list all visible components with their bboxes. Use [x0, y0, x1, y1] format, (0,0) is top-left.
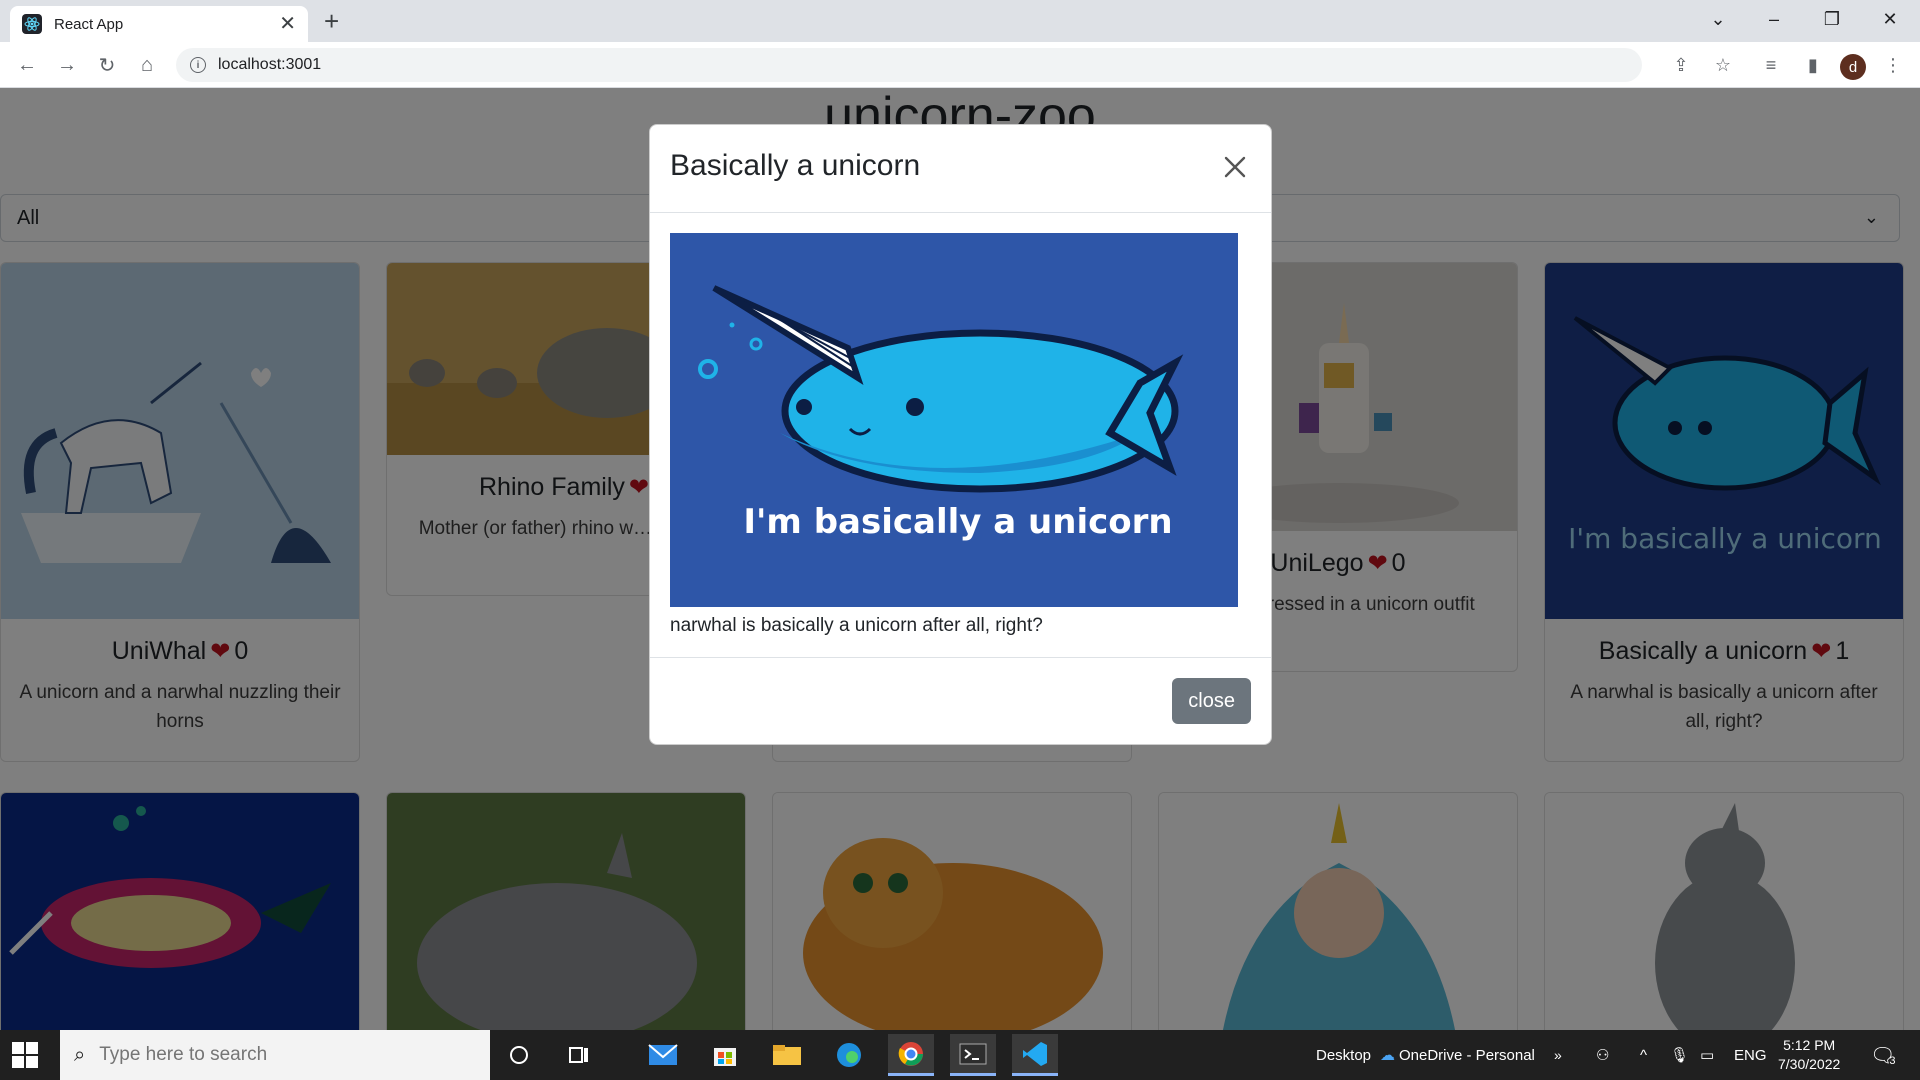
profile-avatar[interactable]: d [1840, 54, 1866, 80]
minimize-button[interactable]: – [1748, 0, 1800, 38]
onedrive-label: OneDrive - Personal [1399, 1046, 1535, 1064]
site-info-icon[interactable]: i [190, 57, 206, 73]
animal-detail-modal: Basically a unicorn I'm basically a unic [649, 124, 1272, 745]
home-icon[interactable]: ⌂ [132, 50, 162, 80]
browser-tab[interactable]: React App ✕ [10, 6, 308, 42]
store-icon[interactable] [702, 1034, 748, 1076]
task-view-icon[interactable] [556, 1034, 602, 1076]
cloud-icon: ☁ [1380, 1047, 1395, 1064]
back-icon[interactable]: ← [12, 50, 42, 80]
cortana-icon[interactable] [496, 1034, 542, 1076]
vscode-icon[interactable] [1012, 1034, 1058, 1076]
notification-count: 3 [1889, 1055, 1896, 1067]
show-hidden-icons[interactable]: ^ [1640, 1030, 1647, 1080]
taskbar-search-input[interactable] [99, 1044, 460, 1066]
close-icon[interactable] [1217, 149, 1253, 185]
share-icon[interactable]: ⇪ [1666, 50, 1696, 80]
edge-icon[interactable] [826, 1034, 872, 1076]
restore-button[interactable]: ❐ [1806, 0, 1858, 38]
new-tab-button[interactable]: + [324, 6, 339, 36]
people-icon[interactable]: ⚇ [1596, 1030, 1609, 1080]
url-input[interactable] [218, 56, 818, 74]
tab-title: React App [54, 15, 124, 33]
modal-title: Basically a unicorn [670, 149, 921, 182]
windows-start-icon[interactable] [12, 1042, 38, 1068]
windows-taskbar: ⌕ Desktop ☁ OneDrive - Personal » ⚇ ^ 🎙 … [0, 1030, 1920, 1080]
battery-icon[interactable]: ▭ [1700, 1030, 1714, 1080]
close-window-button[interactable]: ✕ [1864, 0, 1916, 38]
reload-icon[interactable]: ↻ [92, 50, 122, 80]
modal-caption: narwhal is basically a unicorn after all… [670, 615, 1043, 636]
desktop-toolbar-label[interactable]: Desktop [1316, 1030, 1371, 1080]
file-explorer-icon[interactable] [764, 1034, 810, 1076]
modal-image: I'm basically a unicorn [670, 233, 1238, 607]
modal-header: Basically a unicorn [650, 125, 1271, 213]
language-indicator[interactable]: ENG [1734, 1030, 1767, 1080]
notification-icon[interactable]: 🗨 3 [1870, 1030, 1896, 1080]
modal-image-text: I'm basically a unicorn [743, 502, 1172, 542]
close-button[interactable]: close [1172, 678, 1251, 724]
clock-date: 7/30/2022 [1778, 1056, 1841, 1072]
microphone-icon[interactable]: 🎙 [1670, 1030, 1689, 1080]
bookmark-star-icon[interactable]: ☆ [1708, 50, 1738, 80]
browser-toolbar: ← → ↻ ⌂ i ⇪ ☆ ≡ ▮ d ⋮ [0, 42, 1920, 88]
onedrive-tray[interactable]: ☁ OneDrive - Personal [1380, 1030, 1535, 1080]
tab-search-icon[interactable]: ⌄ [1692, 0, 1744, 38]
side-panel-icon[interactable]: ▮ [1798, 50, 1828, 80]
tab-close-icon[interactable]: ✕ [279, 14, 296, 34]
browser-tabstrip: React App ✕ + ⌄ – ❐ ✕ [0, 0, 1920, 42]
clock[interactable]: 5:12 PM 7/30/2022 [1778, 1030, 1840, 1080]
search-icon: ⌕ [74, 1043, 86, 1066]
modal-body: I'm basically a unicorn narwhal is basic… [670, 233, 1253, 637]
more-menu-icon[interactable]: ⋮ [1878, 50, 1908, 80]
mail-icon[interactable] [640, 1034, 686, 1076]
modal-footer: close [650, 657, 1271, 745]
terminal-icon[interactable] [950, 1034, 996, 1076]
chrome-icon[interactable] [888, 1034, 934, 1076]
forward-icon[interactable]: → [52, 50, 82, 80]
react-icon [22, 14, 42, 34]
address-bar[interactable]: i [176, 48, 1642, 82]
overflow-chevron-icon[interactable]: » [1554, 1030, 1562, 1080]
clock-time: 5:12 PM [1783, 1037, 1836, 1054]
reading-list-icon[interactable]: ≡ [1756, 50, 1786, 80]
taskbar-search[interactable]: ⌕ [60, 1030, 490, 1080]
